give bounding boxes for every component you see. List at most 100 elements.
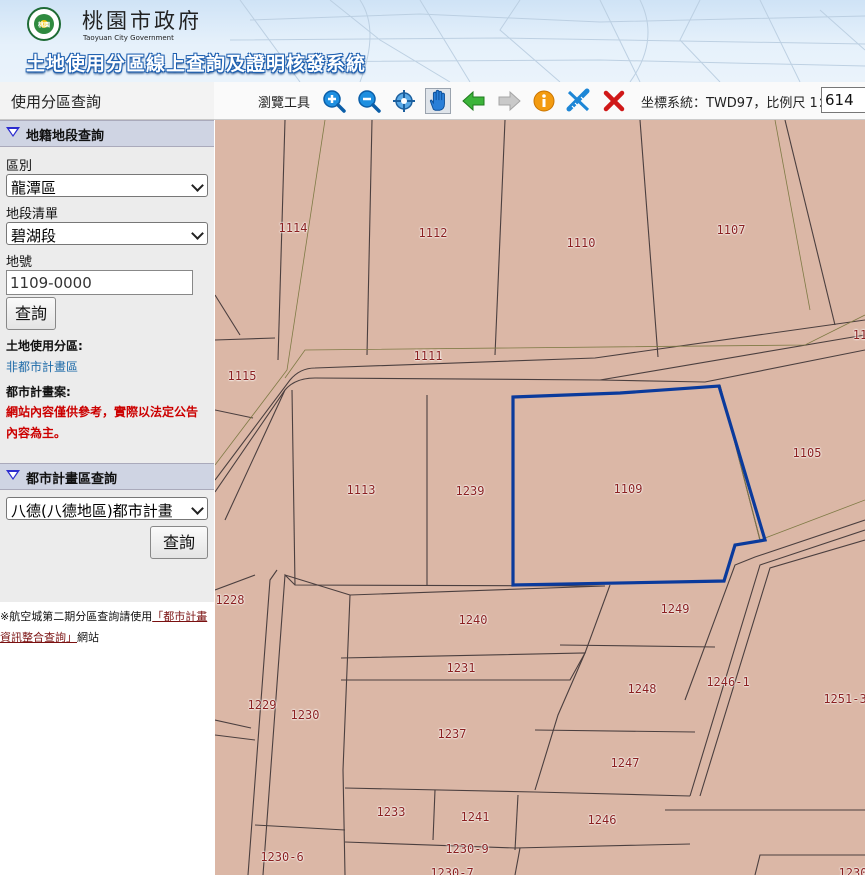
clear-icon[interactable]: [601, 88, 627, 114]
lot-number-value: 1109-0000: [10, 274, 92, 292]
chevron-down-icon: [191, 227, 204, 240]
tab-zoning-query[interactable]: 使用分區查詢: [0, 82, 214, 120]
urban-plan-panel-title: 都市計畫區查詢: [26, 472, 118, 487]
parcel-label: 1230-9: [445, 842, 489, 856]
lot-number-input[interactable]: 1109-0000: [6, 270, 193, 295]
parcel-boundary: [494, 120, 506, 356]
site-header: 桃園 桃園市政府 Taoyuan City Government 土地使用分區線…: [0, 0, 865, 82]
parcel-boundary: [215, 334, 865, 493]
collapse-triangle-icon[interactable]: [6, 127, 20, 137]
parcel-boundary: [534, 652, 586, 791]
parcel-boundary: [639, 120, 659, 358]
parcel-label: 1231: [446, 661, 476, 675]
district-select[interactable]: 龍潭區: [6, 174, 208, 197]
pan-tool-button[interactable]: [425, 88, 451, 114]
parcel-boundary: [514, 847, 521, 875]
info-icon[interactable]: [531, 88, 557, 114]
urban-plan-panel-body: 八德(八德地區)都市計畫 查詢: [0, 490, 214, 602]
map-canvas[interactable]: 1114 1112 1110 1107 1111 11 1115 1105 1113 1239 11…: [215, 120, 865, 875]
parcel-boundary: [366, 120, 373, 356]
parcel-label: 1114: [278, 221, 308, 235]
parcel-boundary: [684, 519, 865, 701]
parcel-label: 11: [852, 328, 865, 342]
parcel-label: 1228: [215, 593, 245, 607]
parcel-label: 1248: [627, 682, 657, 696]
parcel-label: 1229: [247, 698, 277, 712]
parcel-label: 1230: [838, 866, 865, 875]
parcel-label: 1110: [566, 236, 596, 250]
cadastral-panel-header[interactable]: 地籍地段查詢: [0, 120, 214, 147]
parcel-boundary: [689, 529, 865, 797]
parcel-label: 1107: [716, 223, 746, 237]
parcel-label: 1237: [437, 727, 467, 741]
parcel-boundary: [432, 789, 436, 841]
parcel-boundary: [584, 584, 611, 654]
parcel-boundary: [215, 719, 252, 729]
next-extent-icon[interactable]: [496, 88, 522, 114]
system-title: 土地使用分區線上查詢及證明核發系統: [26, 53, 367, 75]
parcel-boundary: [344, 841, 691, 849]
urban-plan-panel-header[interactable]: 都市計畫區查詢: [0, 463, 214, 490]
parcel-boundary: [344, 787, 691, 797]
parcel-label: 1105: [792, 446, 822, 460]
parcel-boundary: [215, 734, 256, 741]
parcel-label: 1230-7: [430, 866, 474, 875]
parcel-boundary: [215, 409, 254, 419]
district-label: 區別: [6, 159, 33, 174]
measure-icon[interactable]: [566, 88, 592, 114]
map-toolbar: 瀏覽工具 坐標系統：TWD97，比例尺 1： 614: [214, 82, 865, 120]
parcel-label: 1240: [458, 613, 488, 627]
parcel-label: 1115: [227, 369, 257, 383]
zoom-in-icon[interactable]: [321, 88, 347, 114]
scale-value: 614: [825, 91, 854, 109]
parcel-boundary: [534, 729, 696, 733]
parcel-label: 1109: [613, 482, 643, 496]
parcel-boundary: [349, 585, 606, 596]
parcel-boundary: [247, 569, 278, 875]
parcel-label: 1246: [587, 813, 617, 827]
parcel-label: 1112: [418, 226, 448, 240]
parcel-label: 1230: [290, 708, 320, 722]
lot-number-label: 地號: [6, 255, 33, 270]
coordinate-system-text: 坐標系統：TWD97，比例尺 1：: [641, 96, 831, 111]
section-label: 地段清單: [6, 207, 59, 222]
section-select[interactable]: 碧湖段: [6, 222, 208, 245]
urban-plan-select[interactable]: 八德(八德地區)都市計畫: [6, 497, 208, 520]
scale-input[interactable]: 614: [821, 87, 865, 113]
parcel-boundary: [215, 294, 241, 336]
parcel-label: 1246-1: [706, 675, 750, 689]
parcel-label: 1249: [660, 602, 690, 616]
parcel-label: 1230-6: [260, 850, 304, 864]
full-extent-icon[interactable]: [391, 88, 417, 114]
disclaimer-warning: 網站內容僅供參考，實際以法定公告內容為主。: [6, 405, 199, 440]
parcel-label: 1241: [460, 810, 490, 824]
pan-hand-icon: [429, 89, 445, 111]
parcel-boundary: [254, 824, 346, 831]
parcel-map-svg: [215, 120, 865, 875]
parcel-boundary: [514, 794, 519, 851]
parcel-boundary: [599, 349, 865, 383]
org-name: 桃園市政府: [82, 9, 202, 33]
chevron-down-icon: [191, 502, 204, 515]
cadastral-panel-title: 地籍地段查詢: [26, 129, 105, 144]
collapse-triangle-icon[interactable]: [6, 470, 20, 480]
parcel-label: 1247: [610, 756, 640, 770]
parcel-boundary: [215, 319, 865, 481]
section-select-value: 碧湖段: [11, 227, 57, 245]
airport-city-note: ※航空城第二期分區查詢請使用「都市計畫資訊整合查詢」網站: [0, 606, 214, 648]
parcel-label: 1251-3: [823, 692, 865, 706]
parcel-label: 1239: [455, 484, 485, 498]
sidebar: 使用分區查詢 地籍地段查詢 區別 龍潭區 地段清單 碧湖段 地號 1109-00…: [0, 82, 214, 875]
cadastral-query-button[interactable]: 查詢: [6, 297, 56, 330]
zone-label: 土地使用分區:: [6, 339, 83, 353]
zone-boundary: [284, 314, 865, 379]
urban-plan-select-value: 八德(八德地區)都市計畫: [11, 502, 173, 520]
parcel-boundary: [291, 389, 296, 586]
city-emblem-logo: 桃園: [27, 7, 61, 41]
chevron-down-icon: [191, 179, 204, 192]
tab-label: 使用分區查詢: [11, 93, 102, 111]
zoom-out-icon[interactable]: [356, 88, 382, 114]
parcel-boundary: [262, 573, 606, 875]
previous-extent-icon[interactable]: [461, 88, 487, 114]
urban-plan-query-button[interactable]: 查詢: [150, 526, 208, 559]
